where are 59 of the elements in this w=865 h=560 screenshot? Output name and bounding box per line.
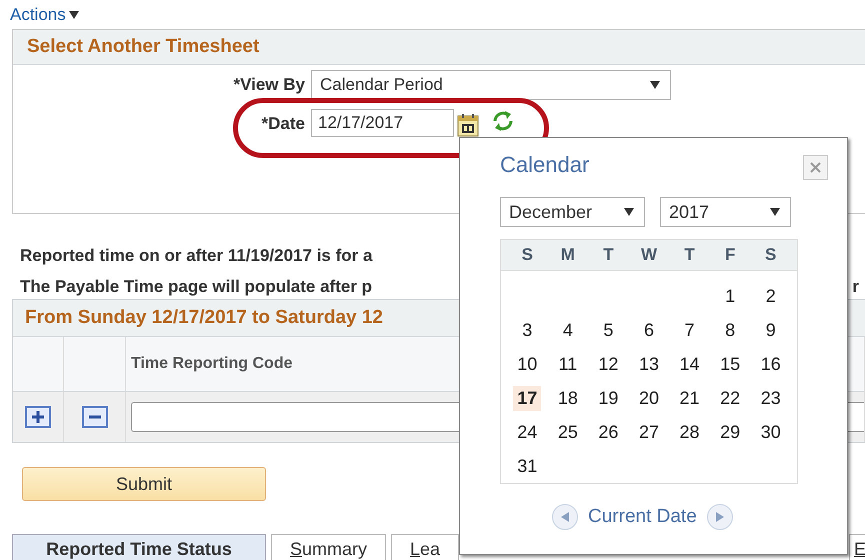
weekday-label: T	[683, 245, 696, 265]
tab[interactable]: E	[848, 534, 865, 560]
calendar-title: Calendar	[500, 152, 590, 178]
refresh-icon[interactable]	[491, 109, 515, 133]
calendar-day[interactable]: 31	[513, 454, 542, 478]
delete-row-button[interactable]	[82, 406, 108, 428]
tab[interactable]: Summary	[271, 534, 386, 560]
info-message: Reported time on or after 11/19/2017 is for a	[20, 245, 372, 267]
calendar-day[interactable]: 26	[594, 420, 622, 444]
previous-month-button[interactable]	[552, 504, 578, 530]
calendar-day[interactable]: 16	[756, 352, 785, 376]
weekday-label: M	[560, 245, 576, 265]
close-button[interactable]	[803, 155, 828, 180]
info-message: The Payable Time page will populate after p	[20, 276, 372, 298]
current-date-link[interactable]: Current Date	[588, 506, 697, 528]
submit-button[interactable]: Submit	[22, 467, 266, 501]
date-field[interactable]: 12/17/2017	[311, 109, 454, 137]
add-row-button[interactable]	[25, 406, 51, 428]
panel-title: Select Another Timesheet	[27, 36, 260, 58]
month-dropdown[interactable]: December	[500, 197, 645, 227]
caret-icon	[68, 11, 79, 19]
tab[interactable]: Reported Time Status	[12, 534, 266, 560]
info-message: r	[852, 276, 859, 298]
calendar-day[interactable]: 25	[554, 420, 582, 444]
calendar-day[interactable]: 29	[716, 420, 744, 444]
calendar-day[interactable]: 14	[676, 352, 704, 376]
calendar-day[interactable]: 28	[676, 420, 704, 444]
calendar-day[interactable]: 24	[513, 420, 542, 444]
calendar-day[interactable]: 17	[513, 386, 542, 410]
field-label: *Date	[260, 113, 306, 135]
next-month-button[interactable]	[706, 504, 733, 530]
calendar-day[interactable]: 10	[513, 352, 542, 376]
grid-title: From Sunday 12/17/2017 to Saturday 12	[25, 307, 383, 329]
field-label: *View By	[232, 75, 306, 95]
calendar-day[interactable]: 1	[721, 284, 740, 308]
calendar-day[interactable]: 13	[634, 352, 663, 376]
caret-icon	[770, 208, 780, 216]
caret-icon	[650, 81, 660, 89]
calendar-day[interactable]: 2	[762, 284, 780, 308]
actions-menu[interactable]: Actions	[10, 4, 79, 26]
year-dropdown[interactable]: 2017	[660, 197, 791, 227]
caret-icon	[624, 208, 634, 216]
tab[interactable]: Lea	[391, 534, 460, 560]
calendar-day[interactable]: 27	[634, 420, 663, 444]
weekday-label: S	[764, 245, 778, 265]
weekday-label: S	[520, 245, 534, 265]
calendar-day[interactable]: 12	[594, 352, 622, 376]
right-arrow-icon	[716, 512, 724, 522]
weekday-label: T	[602, 245, 615, 265]
weekday-label: W	[640, 245, 658, 265]
calendar-day[interactable]: 11	[554, 352, 582, 376]
view-by-dropdown[interactable]: Calendar Period	[311, 70, 671, 100]
left-arrow-icon	[561, 512, 569, 522]
calendar-icon[interactable]	[457, 113, 479, 137]
close-icon	[810, 162, 821, 173]
plus-icon	[31, 410, 45, 424]
calendar-day[interactable]: 30	[756, 420, 785, 444]
weekday-label: F	[724, 245, 736, 265]
calendar-day[interactable]: 15	[716, 352, 744, 376]
